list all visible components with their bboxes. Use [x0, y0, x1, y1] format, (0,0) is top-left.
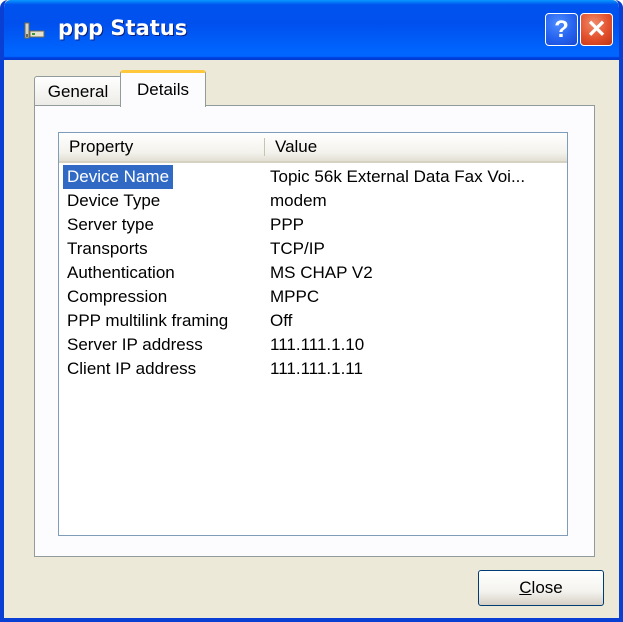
details-tab-panel: Property Value Device Name Topic 56k Ext… [34, 105, 595, 557]
property-cell: Authentication [67, 263, 175, 282]
list-row-transports[interactable]: Transports TCP/IP [59, 237, 567, 261]
property-cell: Server type [67, 215, 154, 234]
value-cell: 111.111.1.10 [270, 335, 365, 354]
close-icon: ✕ [586, 16, 607, 43]
list-row-ppp-multilink-framing[interactable]: PPP multilink framing Off [59, 309, 567, 333]
column-header-value[interactable]: Value [265, 133, 567, 161]
value-cell: modem [270, 191, 327, 210]
value-cell: PPP [270, 215, 305, 234]
ppp-status-window: ppp Status ? ✕ General Details Property … [0, 0, 623, 622]
property-cell: PPP multilink framing [67, 311, 229, 330]
network-connection-icon [24, 22, 46, 40]
list-row-compression[interactable]: Compression MPPC [59, 285, 567, 309]
close-button-mnemonic: C [519, 578, 532, 597]
property-cell: Compression [67, 287, 168, 306]
property-list[interactable]: Property Value Device Name Topic 56k Ext… [58, 132, 568, 536]
window-close-button[interactable]: ✕ [580, 13, 613, 46]
close-button-label: lose [531, 578, 563, 597]
list-row-device-type[interactable]: Device Type modem [59, 189, 567, 213]
property-cell: Device Type [67, 191, 161, 210]
list-row-server-ip-address[interactable]: Server IP address 111.111.1.10 [59, 333, 567, 357]
list-row-server-type[interactable]: Server type PPP [59, 213, 567, 237]
property-cell: Client IP address [67, 359, 197, 378]
property-cell: Server IP address [67, 335, 203, 354]
value-cell: MPPC [270, 287, 320, 306]
title-bar[interactable]: ppp Status ? ✕ [4, 0, 619, 60]
list-row-device-name[interactable]: Device Name Topic 56k External Data Fax … [59, 165, 567, 189]
list-row-authentication[interactable]: Authentication MS CHAP V2 [59, 261, 567, 285]
value-cell: Topic 56k External Data Fax Voi... [270, 167, 526, 186]
list-rows: Device Name Topic 56k External Data Fax … [59, 165, 567, 381]
help-icon: ? [554, 15, 569, 43]
tab-general[interactable]: General [34, 76, 122, 106]
column-header-property[interactable]: Property [59, 133, 265, 161]
close-button[interactable]: Close [478, 570, 604, 606]
value-cell: MS CHAP V2 [270, 263, 373, 282]
list-header: Property Value [59, 133, 567, 163]
value-cell: TCP/IP [270, 239, 325, 258]
property-cell: Device Name [63, 165, 174, 189]
list-row-client-ip-address[interactable]: Client IP address 111.111.1.11 [59, 357, 567, 381]
tab-details[interactable]: Details [120, 70, 206, 107]
property-cell: Transports [67, 239, 148, 258]
help-button[interactable]: ? [545, 13, 578, 46]
window-title: ppp Status [58, 16, 188, 40]
value-cell: 111.111.1.11 [270, 359, 363, 378]
value-cell: Off [270, 311, 293, 330]
